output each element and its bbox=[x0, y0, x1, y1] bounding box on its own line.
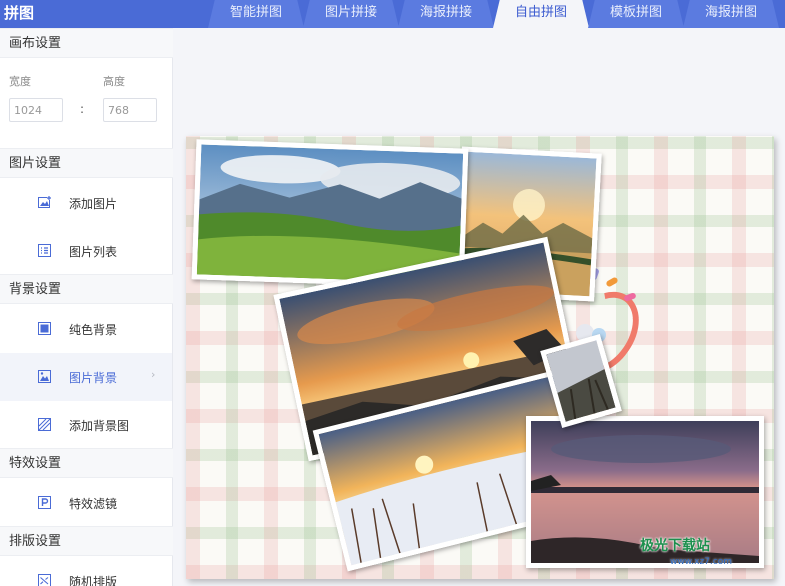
list-icon bbox=[38, 244, 51, 257]
width-label: 宽度 bbox=[9, 75, 31, 88]
collage-canvas[interactable] bbox=[186, 136, 774, 579]
top-bar: 拼图 智能拼图 图片拼接 海报拼接 自由拼图 模板拼图 海报拼图 bbox=[0, 0, 785, 28]
canvas-height-input[interactable] bbox=[103, 98, 157, 122]
decorative-dash bbox=[605, 276, 619, 288]
app-title: 拼图 bbox=[4, 4, 35, 22]
add-image-button[interactable]: 添加图片 bbox=[0, 179, 172, 227]
height-label: 高度 bbox=[103, 75, 125, 88]
background-settings-heading: 背景设置 bbox=[0, 274, 173, 304]
tab-poster-stitch[interactable]: 海报拼接 bbox=[398, 0, 494, 28]
image-settings-heading: 图片设置 bbox=[0, 148, 173, 178]
solid-color-background-button[interactable]: 纯色背景 bbox=[0, 305, 172, 353]
random-layout-label: 随机排版 bbox=[69, 575, 118, 586]
add-image-icon bbox=[38, 196, 51, 208]
effect-filter-label: 特效滤镜 bbox=[69, 497, 118, 511]
filter-icon bbox=[38, 496, 51, 509]
shuffle-icon bbox=[38, 574, 51, 586]
watermark-text: 极光下载站 bbox=[640, 538, 710, 554]
add-background-image-label: 添加背景图 bbox=[69, 419, 130, 433]
canvas-settings-heading: 画布设置 bbox=[0, 28, 173, 58]
image-background-icon bbox=[38, 370, 51, 383]
watermark-url: www.xz7.com bbox=[670, 557, 732, 567]
effect-settings-heading: 特效设置 bbox=[0, 448, 173, 478]
sidebar: 画布设置 宽度 高度 : 图片设置 添加图片 图片列表 背景设置 纯色背景 bbox=[0, 28, 173, 586]
add-background-image-button[interactable]: 添加背景图 bbox=[0, 401, 172, 449]
tab-smart-collage[interactable]: 智能拼图 bbox=[208, 0, 304, 28]
solid-color-icon bbox=[38, 322, 51, 335]
random-layout-button[interactable]: 随机排版 bbox=[0, 557, 172, 586]
solid-color-background-label: 纯色背景 bbox=[69, 323, 118, 337]
rocky-shore-image bbox=[546, 340, 616, 422]
image-list-button[interactable]: 图片列表 bbox=[0, 227, 172, 275]
add-image-label: 添加图片 bbox=[69, 197, 118, 211]
tab-template-collage[interactable]: 模板拼图 bbox=[588, 0, 684, 28]
image-background-label: 图片背景 bbox=[69, 371, 118, 385]
canvas-width-input[interactable] bbox=[9, 98, 63, 122]
effect-filter-button[interactable]: 特效滤镜 bbox=[0, 479, 172, 527]
chevron-right-icon: › bbox=[151, 368, 156, 381]
tab-image-stitch[interactable]: 图片拼接 bbox=[303, 0, 399, 28]
size-separator: : bbox=[80, 102, 85, 116]
image-list-label: 图片列表 bbox=[69, 245, 118, 259]
tab-free-collage[interactable]: 自由拼图 bbox=[493, 0, 589, 28]
layout-settings-heading: 排版设置 bbox=[0, 526, 173, 556]
image-background-button[interactable]: 图片背景 › bbox=[0, 353, 172, 401]
add-background-icon bbox=[38, 418, 51, 431]
tab-poster-collage[interactable]: 海报拼图 bbox=[683, 0, 779, 28]
